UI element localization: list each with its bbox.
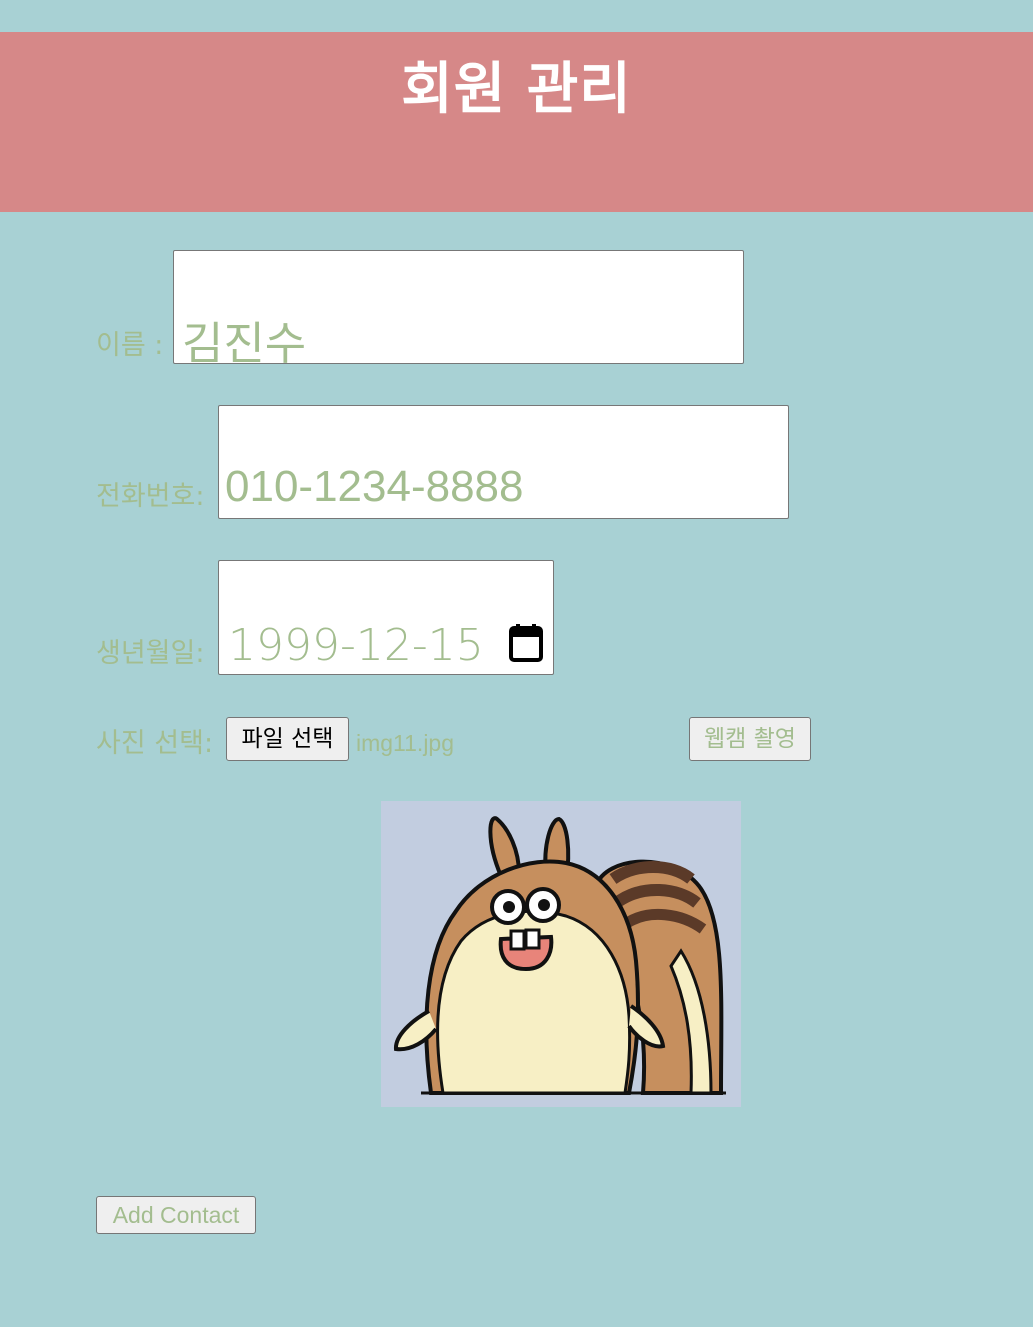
file-name: img11.jpg [356, 730, 455, 756]
phone-input-value: 010-1234-8888 [225, 462, 524, 511]
photo-preview [381, 801, 741, 1107]
file-select-button[interactable]: 파일 선택 [226, 717, 349, 761]
birth-input-value: 1999-12-15 [228, 620, 484, 671]
webcam-capture-button[interactable]: 웹캠 촬영 [689, 717, 811, 761]
squirrel-image [394, 816, 726, 1095]
phone-label: 전화번호: [96, 481, 205, 512]
photo-label: 사진 선택: [96, 728, 214, 759]
page-title: 회원 관리 [401, 57, 632, 122]
birth-label: 생년월일: [96, 638, 205, 669]
phone-input[interactable]: 010-1234-8888 [218, 405, 789, 519]
name-input[interactable]: 김진수 [173, 250, 744, 370]
page-header: 회원 관리 [0, 32, 1033, 212]
name-input-value: 김진수 [182, 317, 307, 370]
birth-date-input[interactable]: 1999-12-15 [218, 560, 554, 675]
name-label: 이름 : [96, 330, 164, 361]
add-contact-button[interactable]: Add Contact [96, 1196, 256, 1234]
calendar-icon[interactable] [509, 624, 543, 662]
